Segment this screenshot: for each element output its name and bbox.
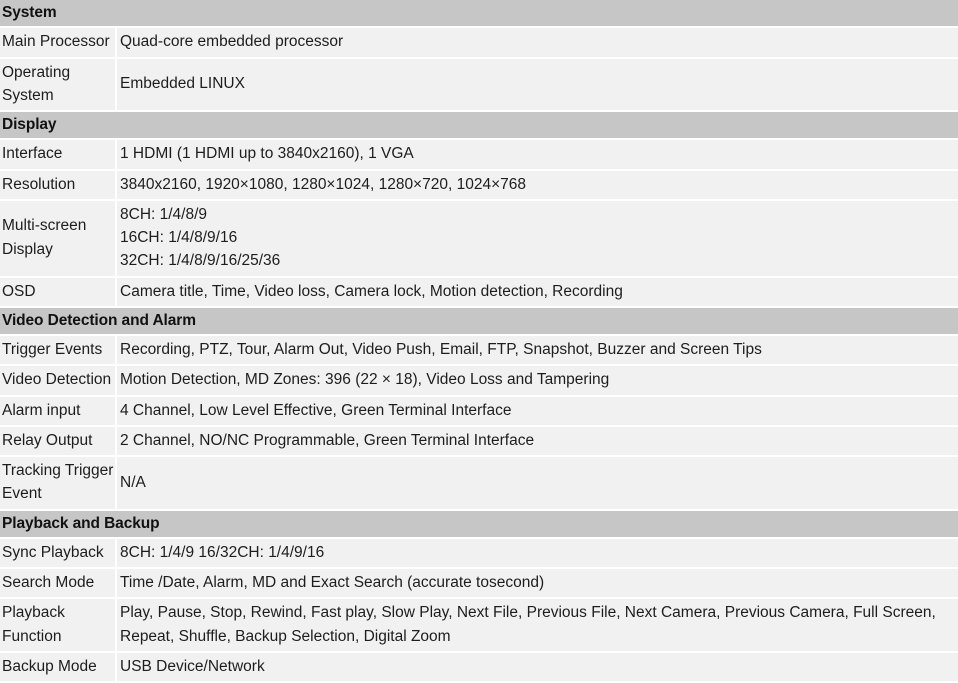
spec-label-cell: Trigger Events <box>0 335 117 367</box>
table-row: Tracking Trigger Event N/A <box>0 456 958 511</box>
table-row: Alarm input 4 Channel, Low Level Effectiv… <box>0 395 958 427</box>
spec-value-cell: 1 HDMI (1 HDMI up to 3840x2160), 1 VGA <box>116 139 958 171</box>
section-header-title: System <box>0 0 958 29</box>
table-row: Main Processor Quad-core embedded process… <box>0 27 958 59</box>
table-row: OSD Camera title, Time, Video loss, Camer… <box>0 276 958 308</box>
spec-label-cell: Alarm input <box>0 395 117 427</box>
table-row: Trigger Events Recording, PTZ, Tour, Alar… <box>0 335 958 367</box>
specifications-table-body: System Main Processor Quad-core embedded p… <box>0 0 958 683</box>
section-header-row: Display <box>0 111 958 141</box>
spec-label-cell: Resolution <box>0 169 117 201</box>
spec-label-cell: Main Processor <box>0 27 117 59</box>
spec-label-cell: Sync Playback <box>0 537 117 570</box>
table-row: Backup Mode USB Device/Network <box>0 651 958 683</box>
spec-value-cell: 2 Channel, NO/NC Programmable, Green Ter… <box>116 425 958 458</box>
table-row: Interface 1 HDMI (1 HDMI up to 3840x2160)… <box>0 139 958 171</box>
spec-value-cell: 4 Channel, Low Level Effective, Green Te… <box>116 395 958 427</box>
spec-value-cell: Play, Pause, Stop, Rewind, Fast play, Sl… <box>116 598 958 653</box>
spec-label-cell: Video Detection <box>0 365 117 397</box>
spec-label-cell: OSD <box>0 276 117 308</box>
specifications-table: System Main Processor Quad-core embedded p… <box>0 0 958 683</box>
spec-value-cell: Embedded LINUX <box>116 57 958 112</box>
spec-label-cell: Backup Mode <box>0 651 117 683</box>
spec-value-cell: 3840x2160, 1920×1080, 1280×1024, 1280×72… <box>116 169 958 201</box>
spec-value-cell: 8CH: 1/4/9 16/32CH: 1/4/9/16 <box>116 537 958 570</box>
table-row: Multi-screen Display 8CH: 1/4/8/9 16CH: 1… <box>0 199 958 278</box>
table-row: Video Detection Motion Detection, MD Zone… <box>0 365 958 397</box>
spec-value-cell: Camera title, Time, Video loss, Camera l… <box>116 276 958 308</box>
spec-value-cell: USB Device/Network <box>116 651 958 683</box>
table-row: Sync Playback 8CH: 1/4/9 16/32CH: 1/4/9/1… <box>0 537 958 570</box>
table-row: Playback Function Play, Pause, Stop, Rewi… <box>0 598 958 653</box>
section-header-title: Video Detection and Alarm <box>0 306 958 337</box>
spec-value-cell: Motion Detection, MD Zones: 396 (22 × 18… <box>116 365 958 397</box>
table-row: Resolution 3840x2160, 1920×1080, 1280×102… <box>0 169 958 201</box>
spec-label-cell: Operating System <box>0 57 117 112</box>
spec-label-cell: Tracking Trigger Event <box>0 456 117 511</box>
section-header-title: Playback and Backup <box>0 509 958 539</box>
section-header-row: Video Detection and Alarm <box>0 306 958 337</box>
spec-label-cell: Multi-screen Display <box>0 199 117 278</box>
table-row: Relay Output 2 Channel, NO/NC Programmabl… <box>0 425 958 458</box>
section-header-row: System <box>0 0 958 29</box>
spec-label-cell: Relay Output <box>0 425 117 458</box>
spec-label-cell: Search Mode <box>0 568 117 600</box>
section-header-row: Playback and Backup <box>0 509 958 539</box>
table-row: Operating System Embedded LINUX <box>0 57 958 112</box>
spec-label-cell: Playback Function <box>0 598 117 653</box>
spec-value-cell: Time /Date, Alarm, MD and Exact Search (… <box>116 568 958 600</box>
table-row: Search Mode Time /Date, Alarm, MD and Exa… <box>0 568 958 600</box>
spec-value-cell: Quad-core embedded processor <box>116 27 958 59</box>
spec-value-cell: Recording, PTZ, Tour, Alarm Out, Video P… <box>116 335 958 367</box>
section-header-title: Display <box>0 111 958 141</box>
spec-label-cell: Interface <box>0 139 117 171</box>
spec-value-cell: 8CH: 1/4/8/9 16CH: 1/4/8/9/16 32CH: 1/4/… <box>116 199 958 278</box>
spec-value-cell: N/A <box>116 456 958 511</box>
